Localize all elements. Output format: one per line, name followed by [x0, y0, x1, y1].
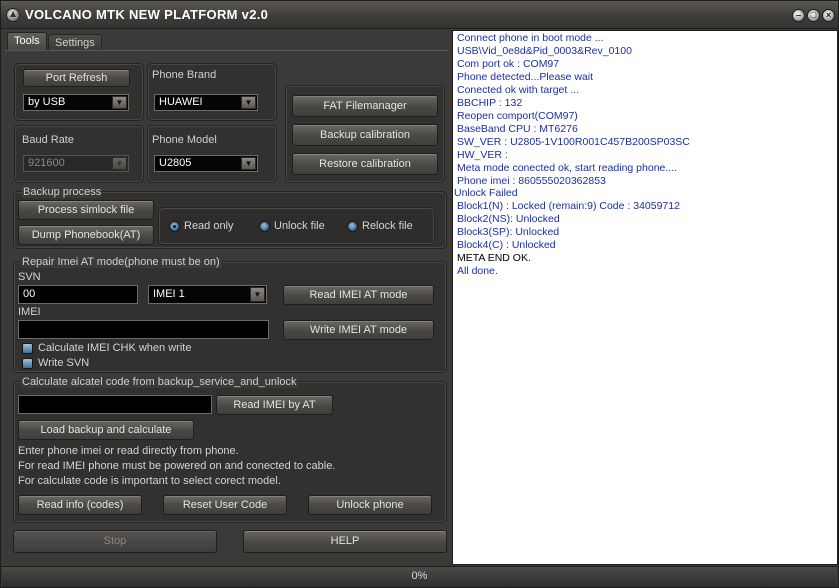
read-imei-by-at-button[interactable]: Read IMEI by AT: [216, 395, 333, 415]
repair-imei-label: Repair Imei AT mode(phone must be on): [21, 256, 221, 268]
stop-button[interactable]: Stop: [13, 530, 217, 553]
phone-model-select[interactable]: U2805 ▼: [154, 155, 258, 172]
log-line: HW_VER :: [457, 149, 508, 161]
chevron-down-icon: ▼: [112, 157, 127, 170]
radio-icon: [347, 221, 358, 232]
log-line: SW_VER : U2805-1V100R001C457B200SP03SC: [457, 136, 690, 148]
fat-filemanager-button[interactable]: FAT Filemanager: [292, 95, 438, 117]
info-line-1: Enter phone imei or read directly from p…: [18, 445, 239, 457]
log-line: Com port ok : COM97: [457, 58, 560, 70]
phone-brand-select[interactable]: HUAWEI ▼: [154, 94, 258, 111]
imei-slot-select[interactable]: IMEI 1 ▼: [148, 285, 267, 304]
log-line: Conected ok with target ...: [457, 84, 579, 96]
phone-model-value: U2805: [159, 157, 192, 169]
chevron-down-icon: ▼: [112, 96, 127, 109]
write-imei-at-mode-button[interactable]: Write IMEI AT mode: [283, 320, 434, 340]
log-line: Connect phone in boot mode ...: [457, 32, 604, 44]
log-line: Block2(NS): Unlocked: [457, 213, 560, 225]
dump-phonebook-button[interactable]: Dump Phonebook(AT): [18, 225, 154, 245]
imei-input[interactable]: [18, 320, 269, 339]
process-simlock-button[interactable]: Process simlock file: [18, 200, 154, 220]
info-line-3: For calculate code is important to selec…: [18, 475, 281, 487]
backup-process-label: Backup process: [22, 186, 103, 198]
chevron-down-icon: ▼: [250, 287, 265, 302]
log-output[interactable]: Connect phone in boot mode ... USB\Vid_0…: [452, 30, 838, 565]
checkbox-icon: [22, 343, 33, 354]
phone-model-label: Phone Model: [152, 134, 217, 146]
log-line: Block3(SP): Unlocked: [457, 226, 560, 238]
unlock-phone-button[interactable]: Unlock phone: [308, 495, 432, 515]
help-button[interactable]: HELP: [243, 530, 447, 553]
log-line: META END OK.: [457, 252, 531, 264]
radio-checked-icon: [169, 221, 180, 232]
tab-settings[interactable]: Settings: [48, 34, 102, 50]
alcatel-imei-input[interactable]: [18, 395, 212, 414]
maximize-button[interactable]: □: [807, 9, 820, 22]
log-line: Block1(N) : Locked (remain:9) Code : 340…: [457, 200, 680, 212]
chevron-down-icon: ▼: [241, 157, 256, 170]
imei-label: IMEI: [18, 306, 41, 318]
load-backup-button[interactable]: Load backup and calculate: [18, 420, 194, 440]
log-line: Block4(C) : Unlocked: [457, 239, 556, 251]
progress-bar: 0%: [2, 566, 837, 587]
tab-divider: [5, 50, 449, 51]
restore-calibration-button[interactable]: Restore calibration: [292, 153, 438, 175]
log-line: Reopen comport(COM97): [457, 110, 578, 122]
baud-rate-label: Baud Rate: [22, 134, 74, 146]
info-line-2: For read IMEI phone must be powered on a…: [18, 460, 336, 472]
imei-slot-value: IMEI 1: [153, 288, 185, 300]
port-refresh-button[interactable]: Port Refresh: [23, 69, 130, 87]
port-type-value: by USB: [28, 96, 66, 108]
window-title: VOLCANO MTK NEW PLATFORM v2.0: [25, 7, 269, 22]
phone-brand-value: HUAWEI: [159, 96, 203, 108]
svn-input[interactable]: 00: [18, 285, 138, 304]
log-line: BaseBand CPU : MT6276: [457, 123, 578, 135]
close-button[interactable]: ×: [822, 9, 835, 22]
chevron-down-icon: ▼: [241, 96, 256, 109]
read-imei-at-mode-button[interactable]: Read IMEI AT mode: [283, 285, 434, 305]
checkbox-icon: [22, 358, 33, 369]
minimize-button[interactable]: –: [792, 9, 805, 22]
log-line: Meta mode conected ok, start reading pho…: [457, 162, 678, 174]
progress-text: 0%: [411, 570, 428, 582]
main-window: VOLCANO MTK NEW PLATFORM v2.0 – □ × Tool…: [0, 0, 839, 588]
read-info-codes-button[interactable]: Read info (codes): [18, 495, 142, 515]
radio-icon: [259, 221, 270, 232]
baud-rate-select[interactable]: 921600 ▼: [23, 155, 129, 172]
phone-brand-label: Phone Brand: [152, 69, 217, 81]
svn-label: SVN: [18, 271, 41, 283]
log-line: Phone imei : 860555020362853: [457, 175, 606, 187]
tab-tools[interactable]: Tools: [7, 32, 47, 50]
log-line: All done.: [457, 265, 498, 277]
title-bar[interactable]: VOLCANO MTK NEW PLATFORM v2.0 – □ ×: [1, 1, 838, 29]
baud-rate-value: 921600: [28, 157, 65, 169]
reset-user-code-button[interactable]: Reset User Code: [163, 495, 287, 515]
backup-calibration-button[interactable]: Backup calibration: [292, 124, 438, 146]
log-line: USB\Vid_0e8d&Pid_0003&Rev_0100: [457, 45, 632, 57]
log-line: Unlock Failed: [454, 187, 518, 199]
app-icon: [6, 8, 20, 22]
port-type-select[interactable]: by USB ▼: [23, 94, 129, 111]
log-line: Phone detected...Please wait: [457, 71, 594, 83]
alcatel-group-label: Calculate alcatel code from backup_servi…: [21, 376, 298, 388]
log-line: BBCHIP : 132: [457, 97, 523, 109]
